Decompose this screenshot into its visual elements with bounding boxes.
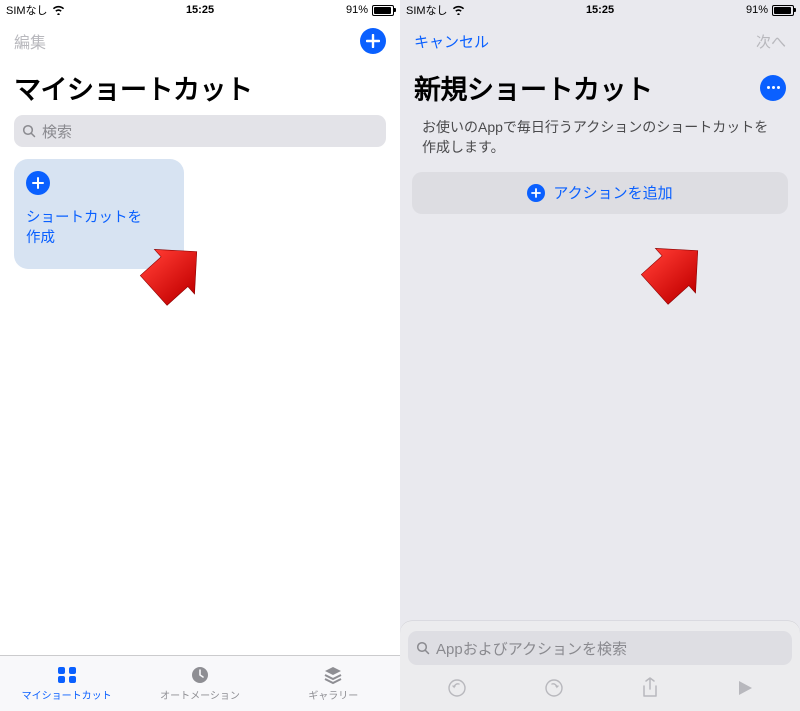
edit-button[interactable]: 編集: [14, 29, 46, 53]
battery-icon: [772, 5, 794, 16]
page-title: マイショートカット: [0, 58, 400, 115]
nav-bar: キャンセル 次へ: [400, 20, 800, 58]
status-bar: SIMなし 15:25 91%: [0, 0, 400, 20]
plus-circle-icon: [26, 171, 50, 195]
toolbar: [408, 665, 792, 711]
tutorial-arrow: [616, 234, 706, 324]
page-title: 新規ショートカット: [414, 68, 653, 107]
clock: 15:25: [586, 4, 614, 16]
redo-button[interactable]: [544, 678, 564, 698]
wifi-icon: [452, 5, 465, 15]
share-button[interactable]: [641, 677, 659, 699]
nav-bar: 編集: [0, 20, 400, 58]
add-shortcut-button[interactable]: [360, 28, 386, 54]
search-sheet[interactable]: Appおよびアクションを検索: [400, 621, 800, 711]
carrier-text: SIMなし: [6, 2, 48, 18]
ellipsis-icon: [767, 86, 780, 89]
stack-icon: [322, 665, 344, 685]
create-shortcut-card[interactable]: ショートカットを作成: [14, 159, 184, 269]
battery-percent: 91%: [746, 4, 768, 16]
clock-badge-icon: [189, 665, 211, 685]
add-action-button[interactable]: アクションを追加: [412, 172, 788, 214]
search-icon: [22, 124, 36, 138]
tab-automation[interactable]: オートメーション: [133, 656, 266, 711]
more-button[interactable]: [760, 75, 786, 101]
card-label: ショートカットを作成: [26, 209, 172, 248]
cancel-button[interactable]: キャンセル: [414, 31, 489, 52]
search-placeholder: Appおよびアクションを検索: [436, 638, 627, 659]
description-text: お使いのAppで毎日行うアクションのショートカットを作成します。: [400, 115, 800, 172]
tab-my-shortcuts[interactable]: マイショートカット: [0, 656, 133, 711]
run-button[interactable]: [736, 679, 754, 697]
battery-icon: [372, 5, 394, 16]
search-field[interactable]: 検索: [14, 115, 386, 147]
tab-bar: マイショートカット オートメーション ギャラリー: [0, 655, 400, 711]
clock: 15:25: [186, 4, 214, 16]
search-placeholder: 検索: [42, 121, 72, 142]
battery-percent: 91%: [346, 4, 368, 16]
status-bar: SIMなし 15:25 91%: [400, 0, 800, 20]
action-search-field[interactable]: Appおよびアクションを検索: [408, 631, 792, 665]
plus-circle-icon: [527, 184, 545, 202]
grid-icon: [56, 665, 78, 685]
carrier-text: SIMなし: [406, 2, 448, 18]
undo-button[interactable]: [447, 678, 467, 698]
next-button[interactable]: 次へ: [756, 31, 786, 52]
tab-gallery[interactable]: ギャラリー: [267, 656, 400, 711]
search-icon: [416, 641, 430, 655]
wifi-icon: [52, 5, 65, 15]
